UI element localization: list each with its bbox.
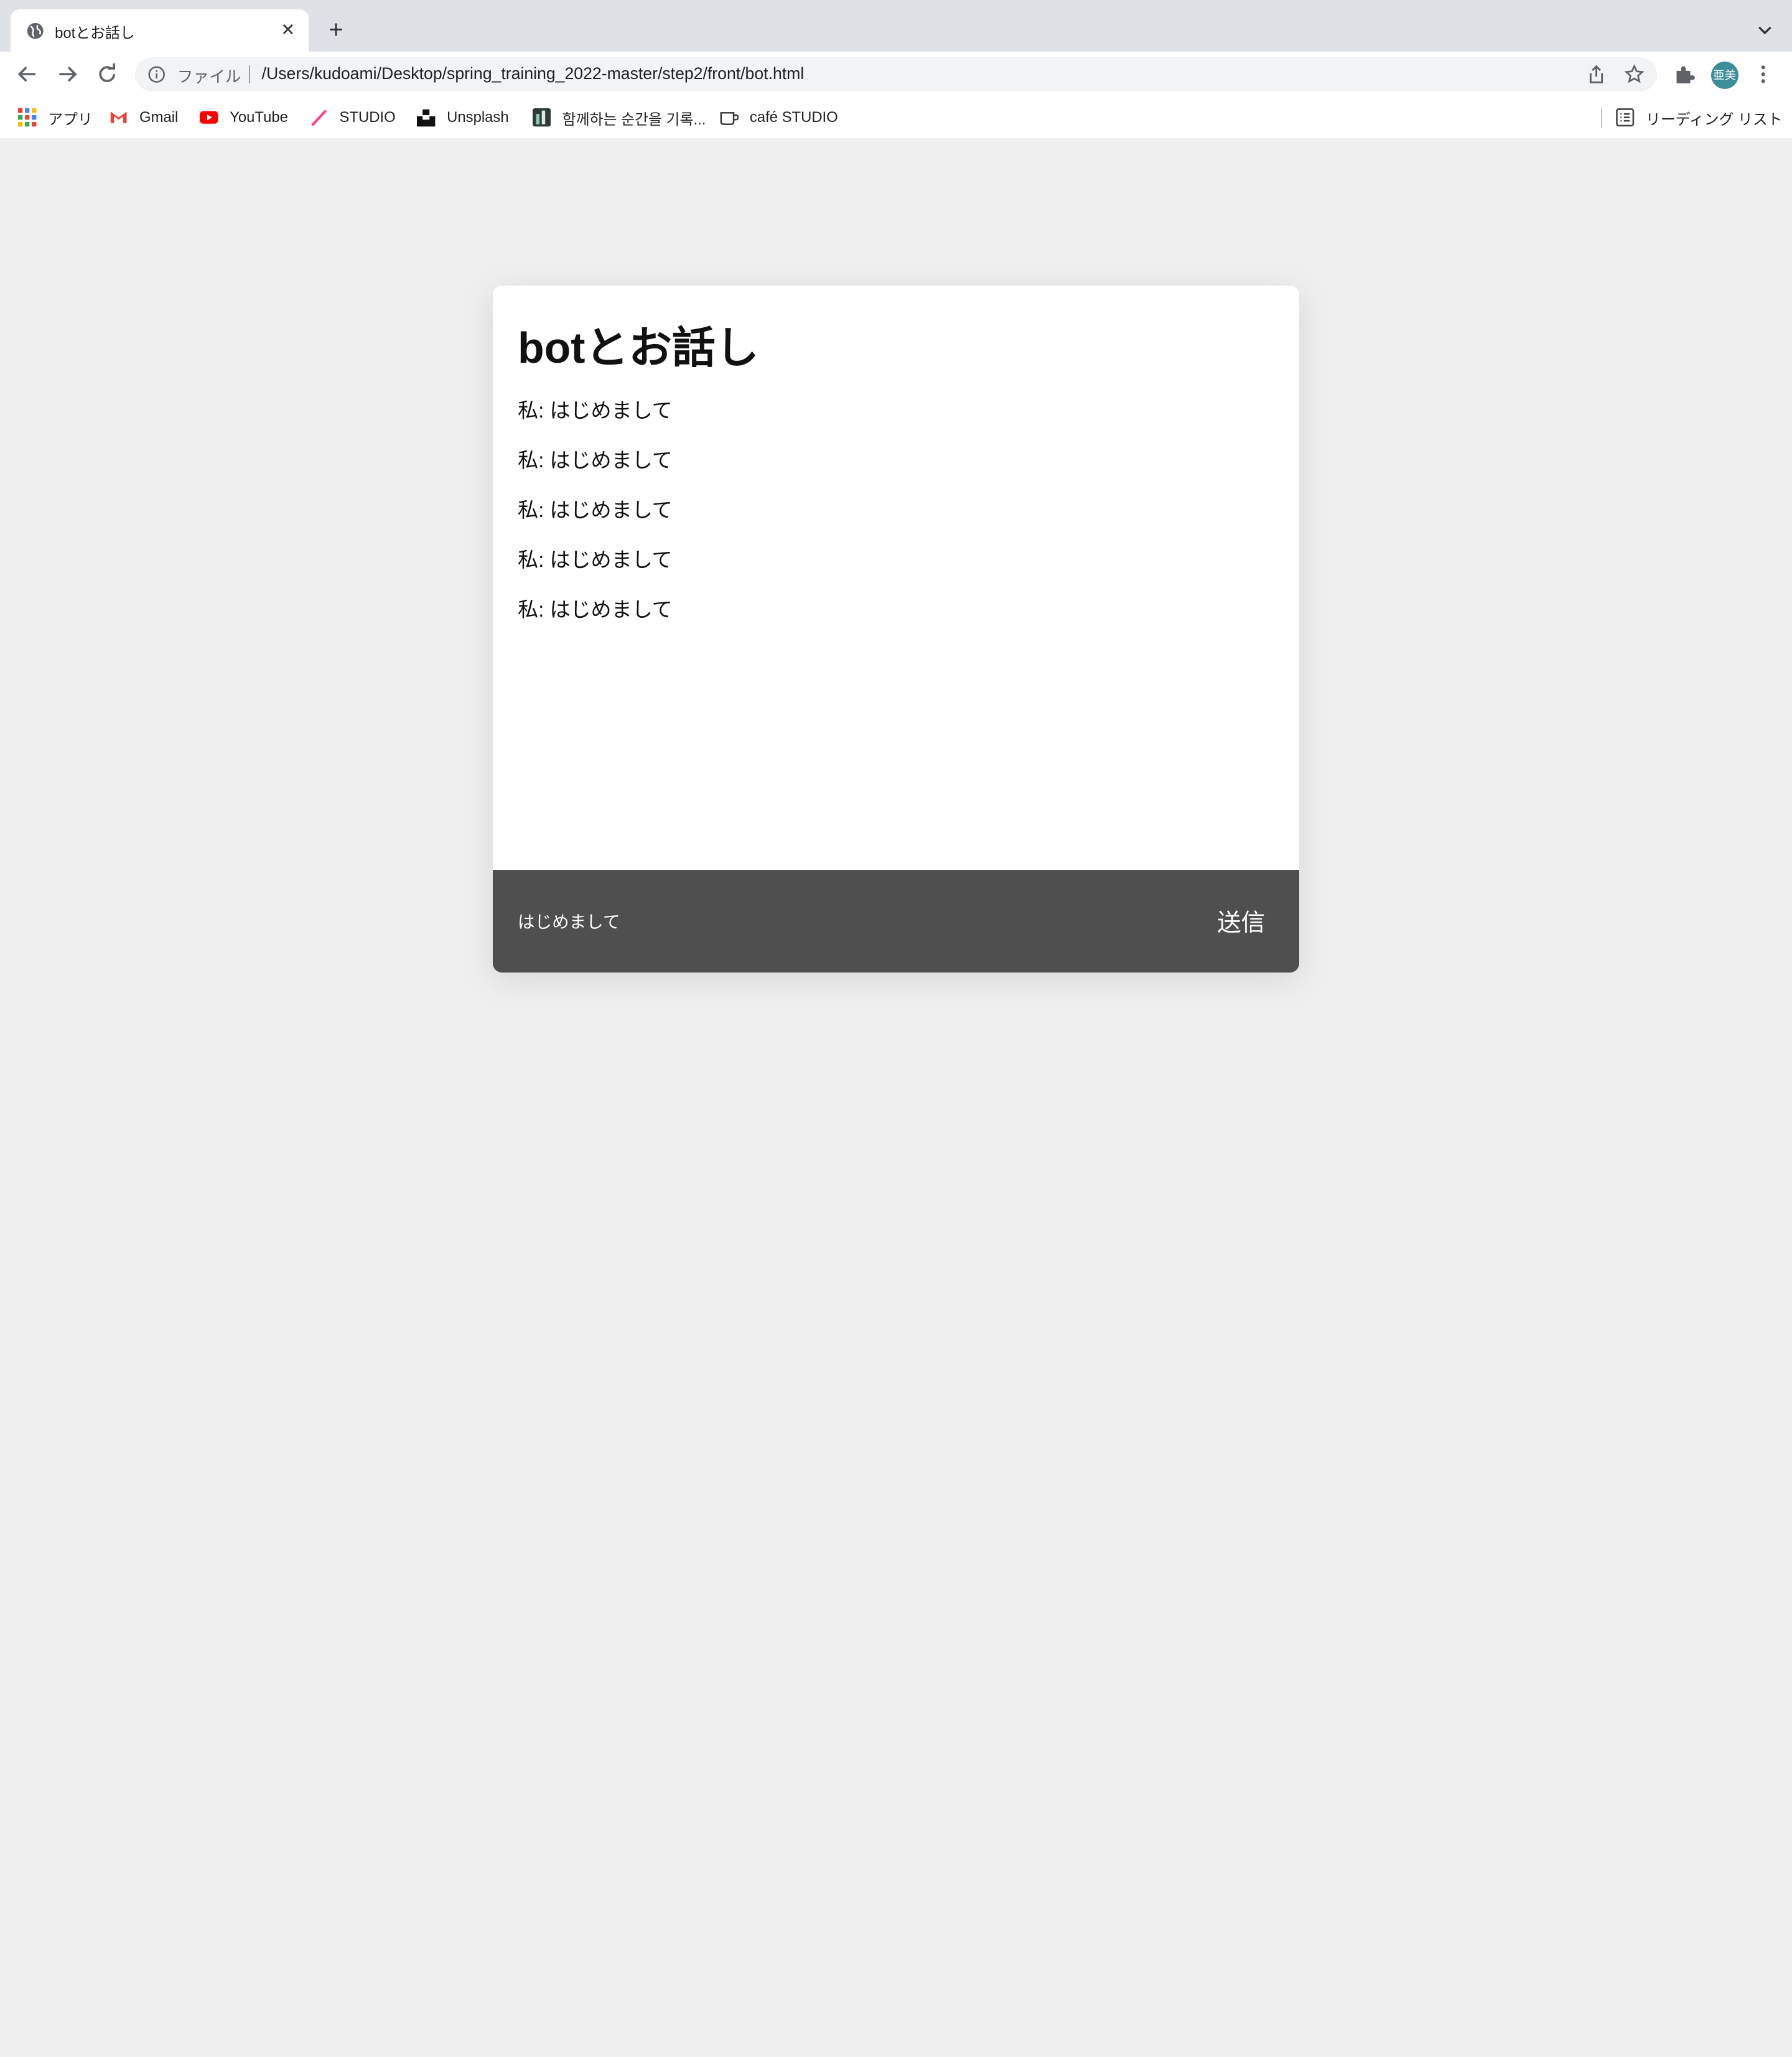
bookmark-gmail[interactable]: Gmail: [110, 106, 178, 129]
profile-avatar[interactable]: 亜美: [1710, 62, 1738, 90]
tab-strip: botとお話し ✕ +: [0, 0, 1792, 52]
reading-list-icon: [1616, 108, 1635, 127]
youtube-icon: [200, 111, 218, 124]
info-icon[interactable]: [147, 65, 166, 83]
bookmark-site[interactable]: 함께하는 순간을 기록...: [532, 106, 706, 129]
browser-chrome: botとお話し ✕ + ファイル /Users/kudoami/Desktop/…: [0, 0, 1792, 139]
bookmark-label: YouTube: [230, 109, 288, 126]
bookmark-label: STUDIO: [339, 109, 396, 126]
bookmarks-bar: アプリ Gmail YouTube STUDIO Unsplash 함께하는 순…: [0, 98, 1792, 137]
close-tab-icon[interactable]: ✕: [279, 21, 297, 39]
studio-icon: [310, 110, 327, 127]
message-item: 私: はじめまして: [518, 399, 673, 423]
cafe-icon: [720, 112, 739, 126]
bookmark-label: Unsplash: [447, 109, 509, 126]
message-item: 私: はじめまして: [518, 598, 673, 622]
bookmark-label: アプリ: [48, 111, 93, 128]
browser-window: botとお話し ✕ + ファイル /Users/kudoami/Desktop/…: [0, 0, 1792, 2057]
puzzle-extensions-icon[interactable]: [1673, 63, 1696, 86]
url-divider: [249, 65, 251, 84]
bookmark-cafe-studio[interactable]: café STUDIO: [720, 106, 838, 129]
message-input[interactable]: [518, 906, 1158, 934]
chevron-down-icon[interactable]: [1753, 19, 1776, 42]
scheme-label: ファイル: [177, 68, 241, 86]
share-icon[interactable]: [1586, 64, 1607, 85]
message-item: 私: はじめまして: [518, 498, 673, 522]
star-icon[interactable]: [1624, 63, 1645, 85]
send-button[interactable]: 送信: [1201, 902, 1281, 940]
bookmark-label: Gmail: [139, 109, 179, 126]
page-title: botとお話し: [518, 324, 759, 373]
bookmark-label: 함께하는 순간을 기록...: [562, 111, 706, 128]
tab-active[interactable]: botとお話し ✕: [10, 9, 309, 52]
bookmark-label: café STUDIO: [749, 109, 838, 126]
forward-arrow-icon[interactable]: [55, 62, 80, 86]
reading-list-button[interactable]: リーディング リスト: [1616, 106, 1783, 129]
back-arrow-icon[interactable]: [15, 62, 40, 86]
address-bar[interactable]: ファイル /Users/kudoami/Desktop/spring_train…: [134, 57, 1658, 91]
bookmarks-divider: [1601, 107, 1603, 128]
reload-icon[interactable]: [95, 62, 119, 86]
bookmark-apps[interactable]: アプリ: [18, 106, 93, 129]
bookmark-studio[interactable]: STUDIO: [310, 106, 396, 129]
message-list: 私: はじめまして 私: はじめまして 私: はじめまして 私: はじめまして …: [518, 398, 1272, 646]
message-composer: 送信: [492, 869, 1300, 973]
apps-grid-icon: [18, 108, 37, 127]
globe-icon: [27, 22, 44, 39]
bookmark-unsplash[interactable]: Unsplash: [417, 106, 509, 129]
message-item: 私: はじめまして: [518, 548, 673, 572]
page-viewport: botとお話し 私: はじめまして 私: はじめまして 私: はじめまして 私:…: [0, 138, 1792, 1120]
new-tab-button[interactable]: +: [325, 17, 348, 42]
more-menu-icon[interactable]: [1754, 63, 1772, 86]
tab-title: botとお話し: [55, 25, 135, 42]
bookmark-youtube[interactable]: YouTube: [200, 106, 288, 129]
bookmark-site-icon: [532, 108, 551, 127]
message-item: 私: はじめまして: [518, 449, 673, 473]
browser-toolbar: ファイル /Users/kudoami/Desktop/spring_train…: [0, 52, 1792, 98]
reading-list-label: リーディング リスト: [1645, 111, 1783, 128]
unsplash-icon: [417, 110, 436, 127]
url-text[interactable]: /Users/kudoami/Desktop/spring_training_2…: [262, 64, 805, 83]
gmail-icon: [111, 111, 127, 124]
chat-card: botとお話し 私: はじめまして 私: はじめまして 私: はじめまして 私:…: [492, 286, 1300, 973]
